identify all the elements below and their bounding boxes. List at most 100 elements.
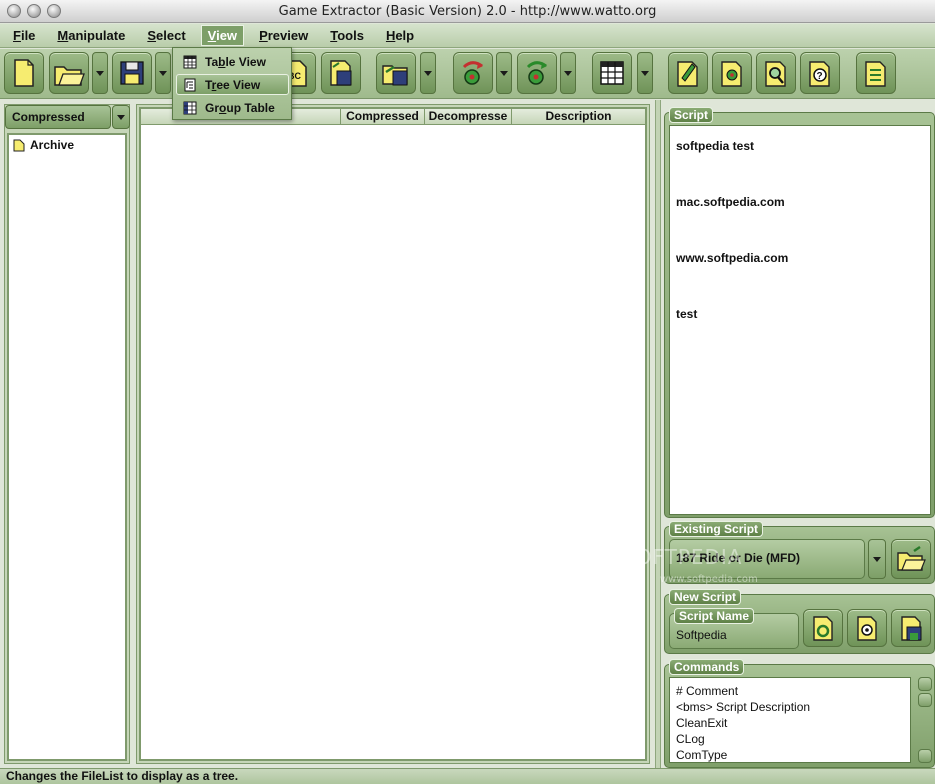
watermark-url: www.softpedia.com <box>660 574 758 585</box>
scroll-thumb[interactable] <box>918 693 932 707</box>
toolbar: BC ? <box>0 49 935 99</box>
script-editor[interactable]: softpedia test mac.softpedia.com www.sof… <box>669 125 931 515</box>
existing-script-dropdown-arrow[interactable] <box>868 539 886 579</box>
view-table-button[interactable] <box>592 52 632 94</box>
list-item[interactable]: <bms> Script Description <box>676 700 810 714</box>
search-button[interactable] <box>756 52 796 94</box>
menu-select[interactable]: Select <box>140 25 192 46</box>
script-group: Script softpedia test mac.softpedia.com … <box>664 107 935 518</box>
window-controls <box>7 4 61 18</box>
window-title: Game Extractor (Basic Version) 2.0 - htt… <box>278 3 657 19</box>
script-group-label: Script <box>669 107 714 123</box>
sidebar-view-combo[interactable]: Compressed <box>5 105 111 129</box>
settings-button[interactable] <box>712 52 752 94</box>
document-disk-icon <box>330 60 352 86</box>
group-table-icon <box>183 101 197 114</box>
edit-document-icon <box>677 61 698 87</box>
open-archive-dropdown[interactable] <box>92 52 108 94</box>
folder-icon <box>13 139 25 152</box>
save-disk-icon <box>901 616 922 641</box>
new-archive-button[interactable] <box>4 52 44 94</box>
open-archive-button[interactable] <box>49 52 89 94</box>
scroll-up-button[interactable] <box>918 677 932 691</box>
new-script-label: New Script <box>669 589 742 605</box>
open-folder-icon <box>897 545 926 571</box>
new-file-icon <box>14 59 34 87</box>
script-line: softpedia test <box>676 139 755 153</box>
list-item[interactable]: # Comment <box>676 684 738 698</box>
column-header-decompressed[interactable]: Decompresse <box>425 109 512 125</box>
edit-script-button[interactable] <box>668 52 708 94</box>
document-help-icon: ? <box>809 61 830 87</box>
list-item[interactable]: CLog <box>676 732 705 746</box>
document-refresh-icon <box>813 616 833 641</box>
save-script-button[interactable] <box>891 609 931 647</box>
new-script-group: New Script Script Name Softpedia <box>664 589 935 654</box>
document-gear-icon <box>721 61 742 87</box>
zoom-window-button[interactable] <box>47 4 61 18</box>
add-to-archive-icon <box>382 65 408 86</box>
add-files-dropdown[interactable] <box>420 52 436 94</box>
plugin-list-button[interactable] <box>856 52 896 94</box>
replace-button[interactable] <box>321 52 361 94</box>
file-list-panel: Compressed Decompresse Description <box>136 104 650 764</box>
script-name-value: Softpedia <box>676 628 727 642</box>
script-name-field[interactable]: Script Name Softpedia <box>669 608 799 649</box>
commands-label: Commands <box>669 659 745 675</box>
menu-tools[interactable]: Tools <box>323 25 371 46</box>
script-line: test <box>676 307 698 321</box>
save-archive-dropdown[interactable] <box>155 52 171 94</box>
extract-all-button[interactable] <box>517 52 557 94</box>
scroll-down-button[interactable] <box>918 749 932 763</box>
close-window-button[interactable] <box>7 4 21 18</box>
save-disk-icon <box>120 61 144 85</box>
column-header-compressed[interactable]: Compressed <box>341 109 425 125</box>
extract-gear-green-icon <box>526 61 547 85</box>
commands-group: Commands # Comment <bms> Script Descript… <box>664 659 935 768</box>
checklist-icon <box>865 61 886 87</box>
status-bar: Changes the FileList to display as a tre… <box>0 768 935 784</box>
sidebar-view-combo-arrow[interactable] <box>112 105 130 129</box>
tree-item-label: Archive <box>30 138 75 152</box>
load-script-button[interactable] <box>891 539 931 579</box>
minimize-window-button[interactable] <box>27 4 41 18</box>
script-line: www.softpedia.com <box>676 251 789 265</box>
script-settings-button[interactable] <box>847 609 887 647</box>
right-panel: Script softpedia test mac.softpedia.com … <box>664 104 935 768</box>
list-item[interactable]: CleanExit <box>676 716 727 730</box>
script-line: mac.softpedia.com <box>676 195 785 209</box>
document-search-icon <box>765 61 786 87</box>
panel-splitter[interactable] <box>655 100 661 770</box>
view-table-dropdown[interactable] <box>637 52 653 94</box>
extract-selected-button[interactable] <box>453 52 493 94</box>
extract-all-dropdown[interactable] <box>560 52 576 94</box>
dir-tree[interactable]: Archive <box>7 133 127 761</box>
extract-gear-red-icon <box>462 61 483 85</box>
existing-script-label: Existing Script <box>669 521 764 537</box>
menu-help[interactable]: Help <box>379 25 421 46</box>
menu-item-table-view[interactable]: Table View <box>176 51 289 72</box>
menu-bar: File Manipulate Select View Preview Tool… <box>0 24 935 48</box>
menu-item-tree-view[interactable]: Tree View <box>176 74 289 95</box>
extract-selected-dropdown[interactable] <box>496 52 512 94</box>
menu-preview[interactable]: Preview <box>252 25 315 46</box>
title-bar: Game Extractor (Basic Version) 2.0 - htt… <box>0 0 935 23</box>
table-grid-icon <box>600 61 624 85</box>
add-files-button[interactable] <box>376 52 416 94</box>
list-item[interactable]: ComType <box>676 748 727 762</box>
new-script-button[interactable] <box>803 609 843 647</box>
commands-list[interactable]: # Comment <bms> Script Description Clean… <box>669 677 911 763</box>
watermark: SOFTPEDIA <box>622 545 743 569</box>
svg-text:?: ? <box>817 71 823 82</box>
help-button[interactable]: ? <box>800 52 840 94</box>
save-archive-button[interactable] <box>112 52 152 94</box>
menu-manipulate[interactable]: Manipulate <box>50 25 132 46</box>
menu-file[interactable]: File <box>6 25 42 46</box>
menu-item-group-table[interactable]: Group Table <box>176 97 289 118</box>
tree-item-archive[interactable]: Archive <box>13 138 74 152</box>
column-header-description[interactable]: Description <box>512 109 645 125</box>
file-table[interactable]: Compressed Decompresse Description <box>139 107 647 761</box>
document-gear-icon <box>857 616 877 641</box>
menu-view[interactable]: View <box>200 25 245 46</box>
view-menu-dropdown: Table View Tree View Group Table <box>172 47 292 120</box>
